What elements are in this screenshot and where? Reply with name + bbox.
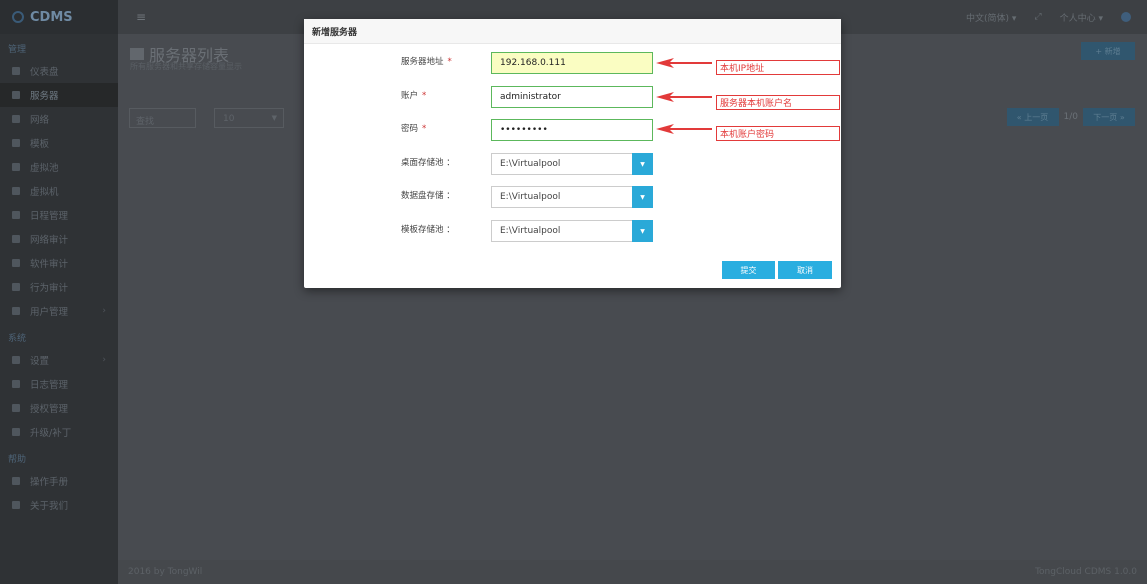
chevron-down-icon[interactable]: ▼ [632,153,653,175]
footer: 2016 by TongWil TongCloud CDMS 1.0.0 [118,560,1147,584]
pagination: « 上一页 1/0 下一页 » [1006,108,1135,126]
sidebar-item-network[interactable]: 网络 [0,107,118,131]
audit-icon [12,235,20,243]
annotation-account: 服务器本机账户名 [716,95,840,110]
gear-icon [12,356,20,364]
footer-version: TongCloud CDMS 1.0.0 [1035,567,1137,577]
sidebar-item-pool[interactable]: 虚拟池 [0,155,118,179]
chevron-down-icon[interactable]: ▼ [632,220,653,242]
annotation-arrow-account [656,92,712,102]
account-input[interactable]: administrator [491,86,653,108]
fullscreen-icon[interactable]: ⤢ [1034,12,1041,22]
sidebar-item-users[interactable]: 用户管理 › [0,299,118,323]
annotation-arrow-ip [656,58,712,68]
logo-icon [12,11,24,23]
server-icon [12,91,20,99]
key-icon [12,404,20,412]
brand[interactable]: CDMS [0,0,118,34]
sidebar-item-behavior-audit[interactable]: 行为审计 [0,275,118,299]
server-list-icon [130,48,144,60]
menu-toggle-icon[interactable]: ≡ [136,10,146,24]
user-icon [12,307,20,315]
data-disk-label: 数据盘存储 ： [401,191,455,201]
behavior-icon [12,283,20,291]
sidebar-item-template[interactable]: 模板 [0,131,118,155]
password-input[interactable]: ••••••••• [491,119,653,141]
sidebar-item-license[interactable]: 授权管理 [0,396,118,420]
chevron-right-icon: › [102,355,106,365]
help-icon [12,477,20,485]
network-icon [12,115,20,123]
calendar-icon [12,211,20,219]
server-address-input[interactable]: 192.168.0.111 [491,52,653,74]
annotation-ip: 本机IP地址 [716,60,840,75]
template-icon [12,139,20,147]
submit-button[interactable]: 提交 [722,261,775,279]
desktop-pool-row: 桌面存储池 ： E:\Virtualpool ▼ [304,153,841,175]
page-subtitle: 所有服务器和共享存储容量显示 [130,62,242,71]
template-pool-select[interactable]: E:\Virtualpool ▼ [491,220,653,242]
template-pool-label: 模板存储池 ： [401,225,455,235]
sidebar-item-net-audit[interactable]: 网络审计 [0,227,118,251]
password-label: 密码 * [401,124,427,134]
sidebar-item-manual[interactable]: 操作手册 [0,469,118,493]
data-disk-select[interactable]: E:\Virtualpool ▼ [491,186,653,208]
chevron-right-icon: › [102,306,106,316]
address-label: 服务器地址 * [401,57,452,67]
data-disk-row: 数据盘存储 ： E:\Virtualpool ▼ [304,186,841,208]
account-label: 账户 * [401,91,427,101]
sidebar-item-upgrade[interactable]: 升级/补丁 [0,420,118,444]
page-size-select[interactable]: 10 ▼ [214,108,284,128]
cloud-upload-icon [12,428,20,436]
sidebar-section-manage: 管理 [8,45,27,55]
desktop-pool-label: 桌面存储池 ： [401,158,455,168]
sidebar-item-vm[interactable]: 虚拟机 [0,179,118,203]
desktop-pool-select[interactable]: E:\Virtualpool ▼ [491,153,653,175]
search-input[interactable]: 查找 [129,108,196,128]
sidebar-item-schedule[interactable]: 日程管理 [0,203,118,227]
language-dropdown[interactable]: 中文(简体) ▾ [966,11,1016,24]
dialog-title: 新增服务器 [304,19,841,44]
sidebar-item-server[interactable]: 服务器 [0,83,118,107]
pool-icon [12,163,20,171]
chevron-down-icon[interactable]: ▼ [632,186,653,208]
info-icon [12,501,20,509]
footer-copyright: 2016 by TongWil [128,567,203,577]
template-pool-row: 模板存储池 ： E:\Virtualpool ▼ [304,220,841,242]
software-icon [12,259,20,267]
dashboard-icon [12,67,20,75]
sidebar-section-system: 系统 [8,334,27,344]
sidebar-section-help: 帮助 [8,455,27,465]
sidebar: CDMS 管理 仪表盘 服务器 网络 模板 虚拟池 虚拟机 日程管理 网络审计 … [0,0,118,584]
sidebar-item-about[interactable]: 关于我们 [0,493,118,517]
user-menu[interactable]: 个人中心 ▾ [1060,11,1103,24]
globe-icon[interactable] [1121,12,1131,22]
sidebar-item-settings[interactable]: 设置 › [0,348,118,372]
monitor-icon [12,187,20,195]
chevron-down-icon: ▼ [271,114,277,122]
annotation-password: 本机账户密码 [716,126,840,141]
sidebar-item-soft-audit[interactable]: 软件审计 [0,251,118,275]
sidebar-item-logs[interactable]: 日志管理 [0,372,118,396]
add-server-button[interactable]: + 新增 [1081,42,1135,60]
brand-name: CDMS [30,9,73,25]
next-page-button[interactable]: 下一页 » [1083,108,1135,126]
page-info: 1/0 [1063,112,1078,122]
sidebar-item-dashboard[interactable]: 仪表盘 [0,59,118,83]
log-icon [12,380,20,388]
annotation-arrow-password [656,124,712,134]
cancel-button[interactable]: 取消 [778,261,832,279]
add-server-dialog: 新增服务器 服务器地址 * 192.168.0.111 账户 * administr… [304,19,841,288]
prev-page-button[interactable]: « 上一页 [1006,108,1059,126]
